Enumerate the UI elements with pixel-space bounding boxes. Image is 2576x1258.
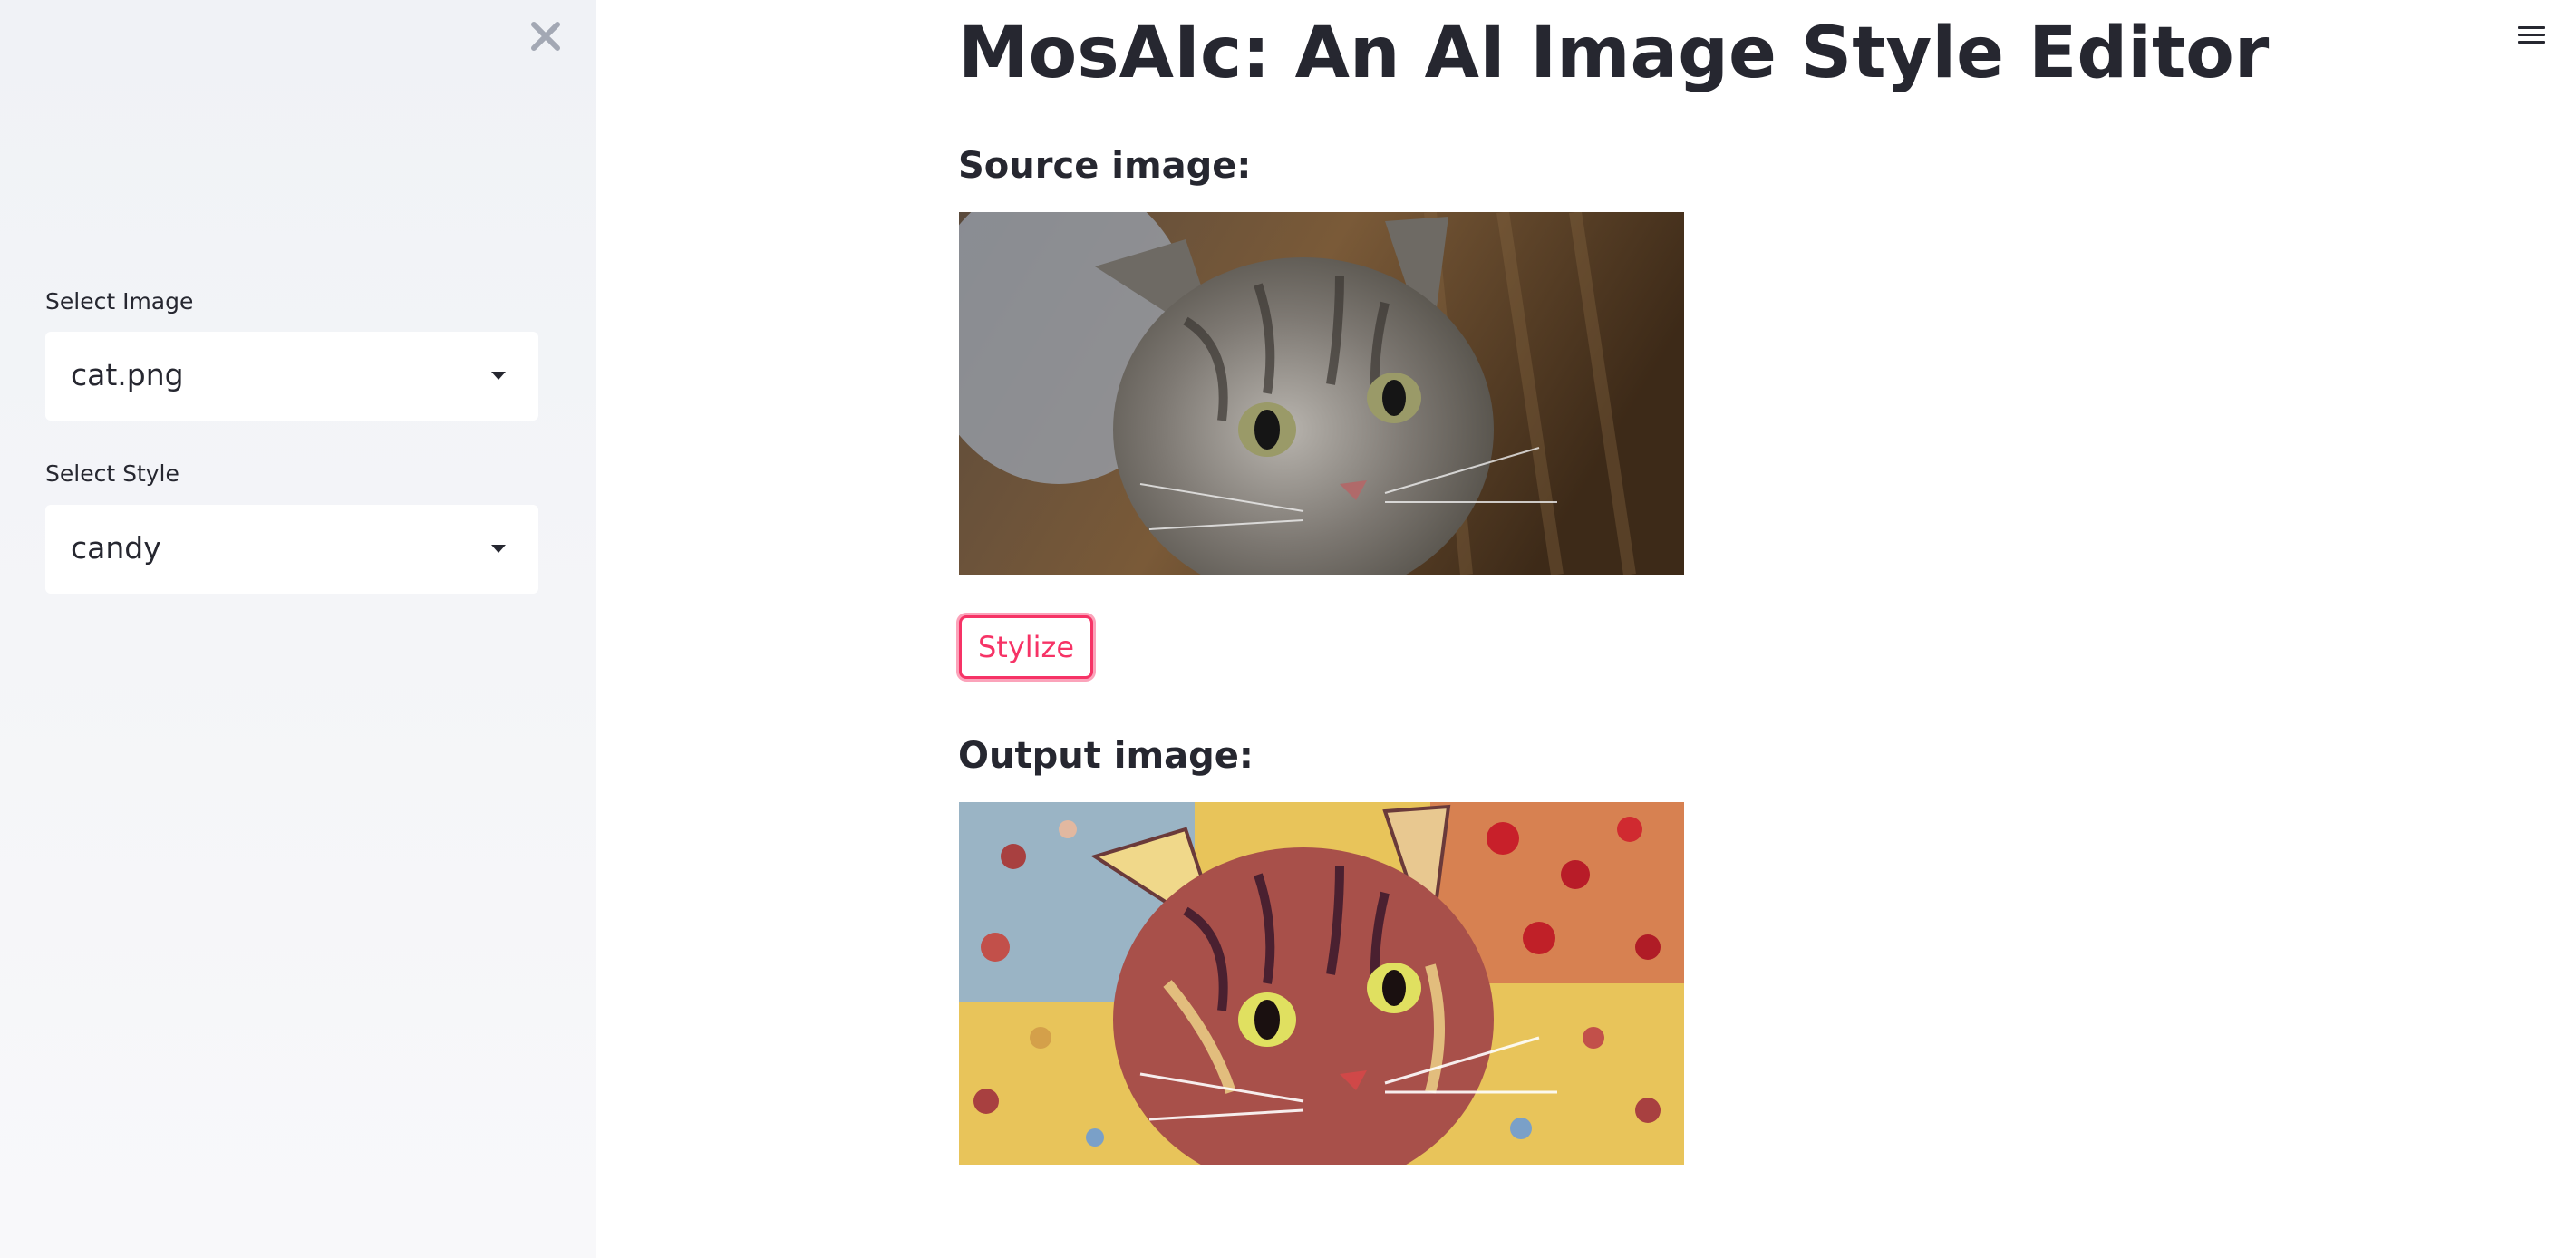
output-image bbox=[959, 802, 1684, 1165]
output-image-heading: Output image: bbox=[958, 735, 1254, 777]
close-sidebar-button[interactable] bbox=[528, 18, 564, 54]
select-style-dropdown[interactable]: candy bbox=[45, 505, 538, 594]
chevron-down-icon bbox=[491, 545, 506, 553]
select-style-label: Select Style bbox=[45, 460, 179, 487]
select-style-value: candy bbox=[71, 530, 161, 566]
sidebar: Select Image cat.png Select Style candy bbox=[0, 0, 596, 1258]
source-image-heading: Source image: bbox=[958, 145, 1252, 187]
hamburger-menu-icon[interactable] bbox=[2518, 22, 2545, 53]
source-image bbox=[959, 212, 1684, 575]
close-icon bbox=[531, 22, 560, 51]
chevron-down-icon bbox=[491, 372, 506, 380]
page-title: MosAIc: An AI Image Style Editor bbox=[958, 13, 2270, 94]
stylize-button[interactable]: Stylize bbox=[959, 615, 1093, 679]
select-image-value: cat.png bbox=[71, 357, 184, 392]
select-image-dropdown[interactable]: cat.png bbox=[45, 332, 538, 421]
select-image-label: Select Image bbox=[45, 288, 194, 314]
